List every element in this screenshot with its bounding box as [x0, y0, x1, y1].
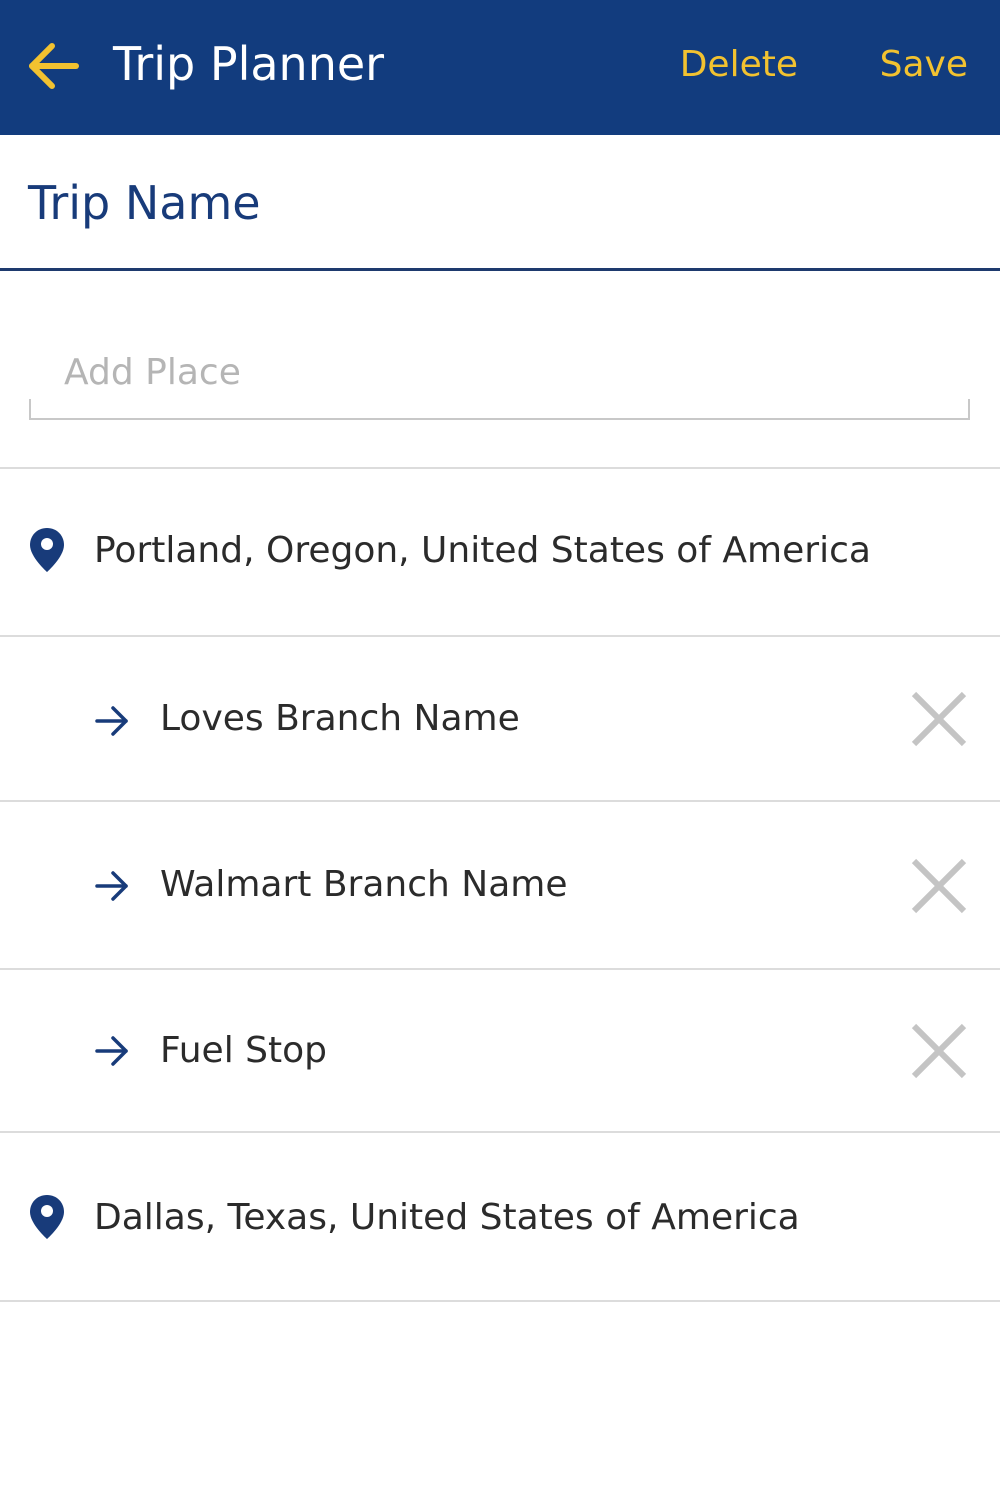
list-item[interactable]: Walmart Branch Name	[0, 802, 1000, 970]
add-place-section	[0, 271, 1000, 469]
remove-stop-button[interactable]	[908, 1020, 970, 1082]
input-underline-left-tick	[29, 399, 31, 419]
list-item[interactable]: Fuel Stop	[0, 970, 1000, 1133]
delete-button[interactable]: Delete	[680, 40, 798, 90]
arrow-right-icon	[95, 871, 128, 901]
map-pin-icon	[30, 1195, 64, 1239]
trip-name-label: Trip Name	[28, 176, 261, 230]
origin-row[interactable]: Portland, Oregon, United States of Ameri…	[0, 469, 1000, 637]
close-icon	[911, 858, 967, 914]
close-icon	[911, 691, 967, 747]
origin-label: Portland, Oregon, United States of Ameri…	[94, 530, 871, 571]
arrow-right-icon	[95, 706, 128, 736]
remove-stop-button[interactable]	[908, 688, 970, 750]
list-item[interactable]: Loves Branch Name	[0, 637, 1000, 802]
input-underline-right-tick	[968, 399, 970, 419]
back-button[interactable]	[24, 36, 84, 96]
close-icon	[911, 1023, 967, 1079]
stop-label: Walmart Branch Name	[160, 864, 568, 905]
app-header: Trip Planner Delete Save	[0, 0, 1000, 135]
page-title: Trip Planner	[113, 37, 385, 91]
stop-label: Fuel Stop	[160, 1030, 327, 1071]
remove-stop-button[interactable]	[908, 855, 970, 917]
trip-planner-screen: Trip Planner Delete Save Trip Name Portl…	[0, 0, 1000, 1500]
stop-label: Loves Branch Name	[160, 698, 520, 739]
trip-name-field[interactable]: Trip Name	[0, 135, 1000, 271]
arrow-right-icon	[95, 1036, 128, 1066]
destination-label: Dallas, Texas, United States of America	[94, 1197, 800, 1238]
save-button[interactable]: Save	[880, 40, 968, 90]
arrow-left-icon	[29, 43, 79, 89]
map-pin-icon	[30, 528, 64, 572]
add-place-input[interactable]	[29, 271, 970, 420]
destination-row[interactable]: Dallas, Texas, United States of America	[0, 1133, 1000, 1302]
